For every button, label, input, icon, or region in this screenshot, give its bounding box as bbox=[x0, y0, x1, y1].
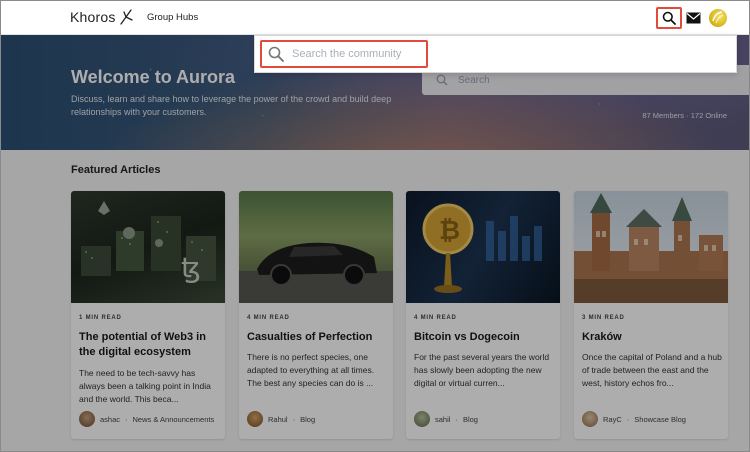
modal-backdrop[interactable] bbox=[1, 35, 749, 451]
logo-mark-icon bbox=[119, 9, 133, 25]
khoros-logo[interactable]: Khoros bbox=[70, 9, 133, 25]
top-nav-bar: Khoros Group Hubs bbox=[1, 1, 749, 35]
search-community-field[interactable] bbox=[260, 40, 428, 68]
search-icon bbox=[662, 11, 676, 25]
logo-text: Khoros bbox=[70, 9, 116, 25]
avatar-image-icon bbox=[712, 11, 724, 24]
search-dropdown-panel bbox=[254, 35, 737, 73]
nav-group-hubs[interactable]: Group Hubs bbox=[147, 12, 198, 23]
mail-icon bbox=[686, 12, 701, 24]
user-avatar[interactable] bbox=[709, 9, 727, 27]
app-window: Khoros Group Hubs Welcome to Aurora Disc… bbox=[0, 0, 750, 452]
header-search-button[interactable] bbox=[656, 7, 682, 29]
search-icon bbox=[268, 46, 284, 62]
search-community-input[interactable] bbox=[292, 48, 422, 60]
mail-button[interactable] bbox=[686, 11, 701, 29]
